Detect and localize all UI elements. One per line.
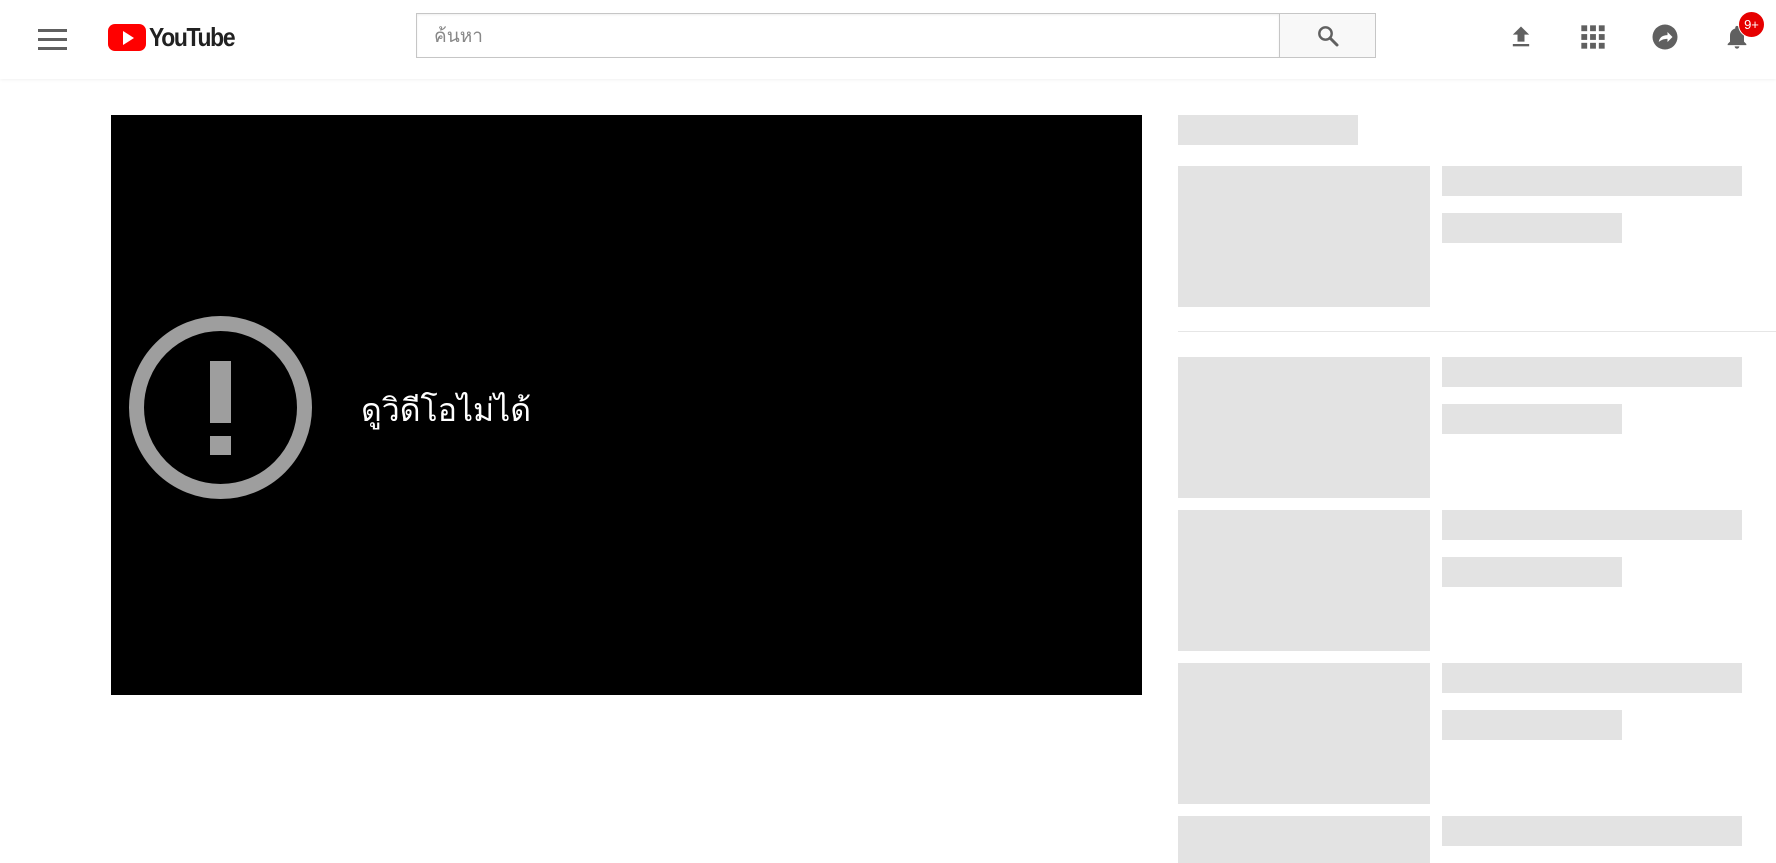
title-placeholder <box>1442 816 1742 846</box>
meta-placeholder <box>1442 404 1622 434</box>
search-button[interactable] <box>1279 13 1376 58</box>
thumbnail-placeholder <box>1178 166 1430 307</box>
thumbnail-placeholder <box>1178 663 1430 804</box>
search-box <box>416 13 1279 58</box>
search-icon <box>1317 25 1338 46</box>
thumbnail-placeholder <box>1178 357 1430 498</box>
upload-button[interactable] <box>1503 19 1539 55</box>
upload-icon <box>1512 26 1530 47</box>
messages-button[interactable] <box>1647 19 1683 55</box>
masthead: YouTube ค้นหา 9+ <box>0 0 1776 79</box>
meta-placeholder <box>1442 710 1622 740</box>
thumbnail-placeholder <box>1178 510 1430 651</box>
player-error-message: ดูวิดีโอไม่ได้ <box>361 391 531 429</box>
title-placeholder <box>1442 357 1742 387</box>
alert-circle-icon <box>129 316 312 499</box>
logo-text: YouTube <box>149 21 236 52</box>
thumbnail-placeholder <box>1178 816 1430 863</box>
title-placeholder <box>1442 510 1742 540</box>
apps-button[interactable] <box>1575 19 1611 55</box>
meta-placeholder <box>1442 213 1622 243</box>
youtube-logo[interactable]: YouTube <box>108 22 246 52</box>
video-player[interactable]: ดูวิดีโอไม่ได้ <box>111 115 1142 695</box>
notification-count-badge: 9+ <box>1738 11 1765 38</box>
meta-placeholder <box>1442 557 1622 587</box>
messages-icon <box>1652 24 1678 50</box>
title-placeholder <box>1442 663 1742 693</box>
apps-grid-icon <box>1581 25 1605 49</box>
title-placeholder <box>1442 166 1742 196</box>
play-logo-icon <box>108 23 146 51</box>
sidebar-heading-placeholder <box>1178 115 1358 145</box>
sidebar-divider <box>1178 331 1776 332</box>
menu-icon[interactable] <box>30 22 75 56</box>
search-input[interactable] <box>417 14 1279 57</box>
